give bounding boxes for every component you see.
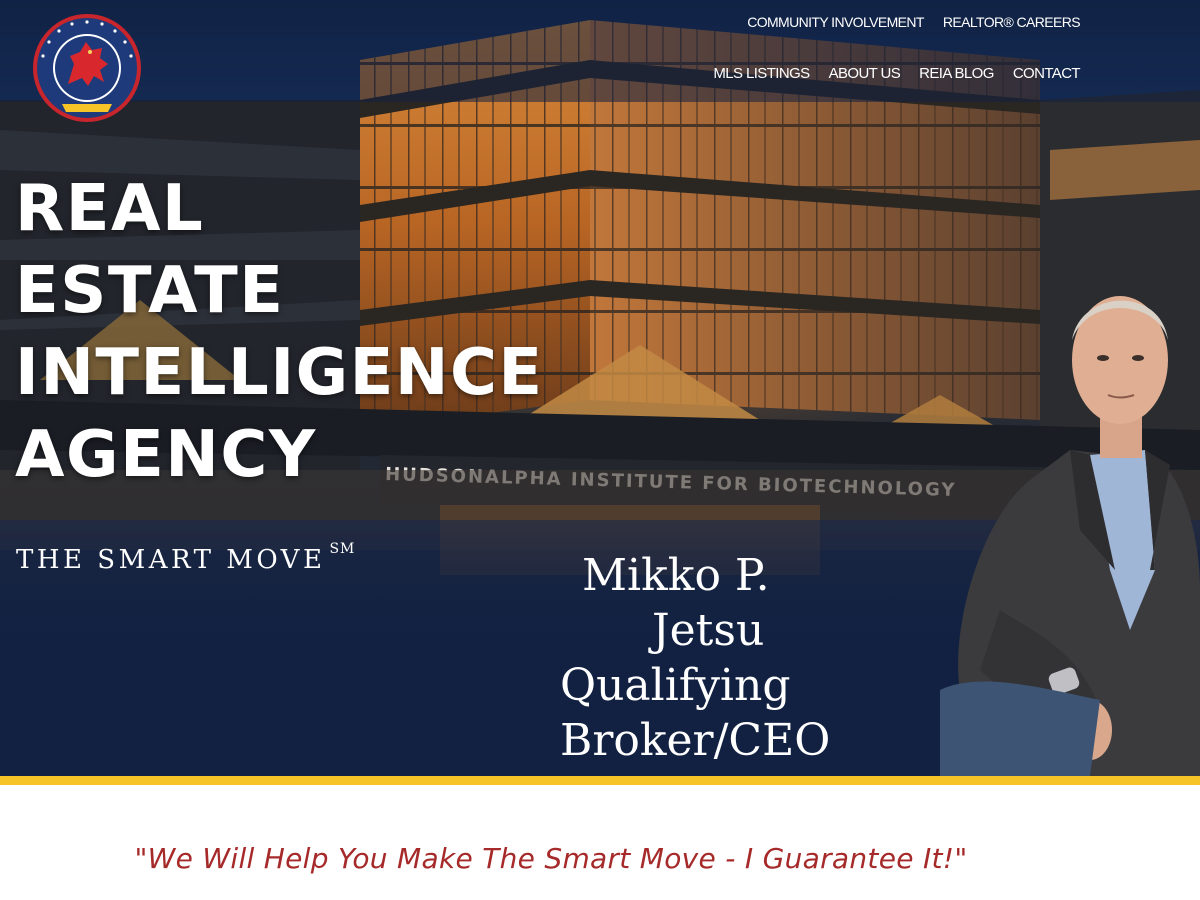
tagline-text: THE SMART MOVE xyxy=(16,545,326,575)
nav-contact[interactable]: CONTACT xyxy=(1013,65,1081,82)
agency-logo[interactable] xyxy=(30,12,144,124)
nav-realtor-careers[interactable]: REALTOR® CAREERS xyxy=(943,14,1081,30)
ceo-title-line2: Broker/CEO xyxy=(560,715,831,766)
nav-mls-listings[interactable]: MLS LISTINGS xyxy=(713,65,810,82)
main-nav: MLS LISTINGS ABOUT US REIA BLOG CONTACT xyxy=(713,65,1080,82)
hero-tagline: THE SMART MOVE SM xyxy=(16,541,354,575)
accent-divider xyxy=(0,776,1200,785)
guarantee-quote: "We Will Help You Make The Smart Move - … xyxy=(134,842,968,875)
ceo-title-line1: Qualifying xyxy=(560,660,791,711)
headline-line: AGENCY xyxy=(15,418,317,492)
hero-headline: REAL ESTATE INTELLIGENCE AGENCY xyxy=(15,168,544,496)
headline-line: INTELLIGENCE xyxy=(15,336,544,410)
nav-reia-blog[interactable]: REIA BLOG xyxy=(919,65,994,82)
nav-community-involvement[interactable]: COMMUNITY INVOLVEMENT xyxy=(747,14,924,30)
ceo-portrait xyxy=(940,296,1200,776)
utility-nav: COMMUNITY INVOLVEMENT REALTOR® CAREERS xyxy=(747,14,1080,30)
ceo-caption: Mikko P. Jetsu Qualifying Broker/CEO xyxy=(560,548,860,768)
headline-line: ESTATE xyxy=(15,254,285,328)
ceo-name-last: Jetsu xyxy=(652,605,765,656)
nav-about-us[interactable]: ABOUT US xyxy=(829,65,901,82)
headline-line: REAL xyxy=(15,172,205,246)
ceo-name-first: Mikko P. xyxy=(582,550,770,601)
service-mark: SM xyxy=(329,541,356,557)
